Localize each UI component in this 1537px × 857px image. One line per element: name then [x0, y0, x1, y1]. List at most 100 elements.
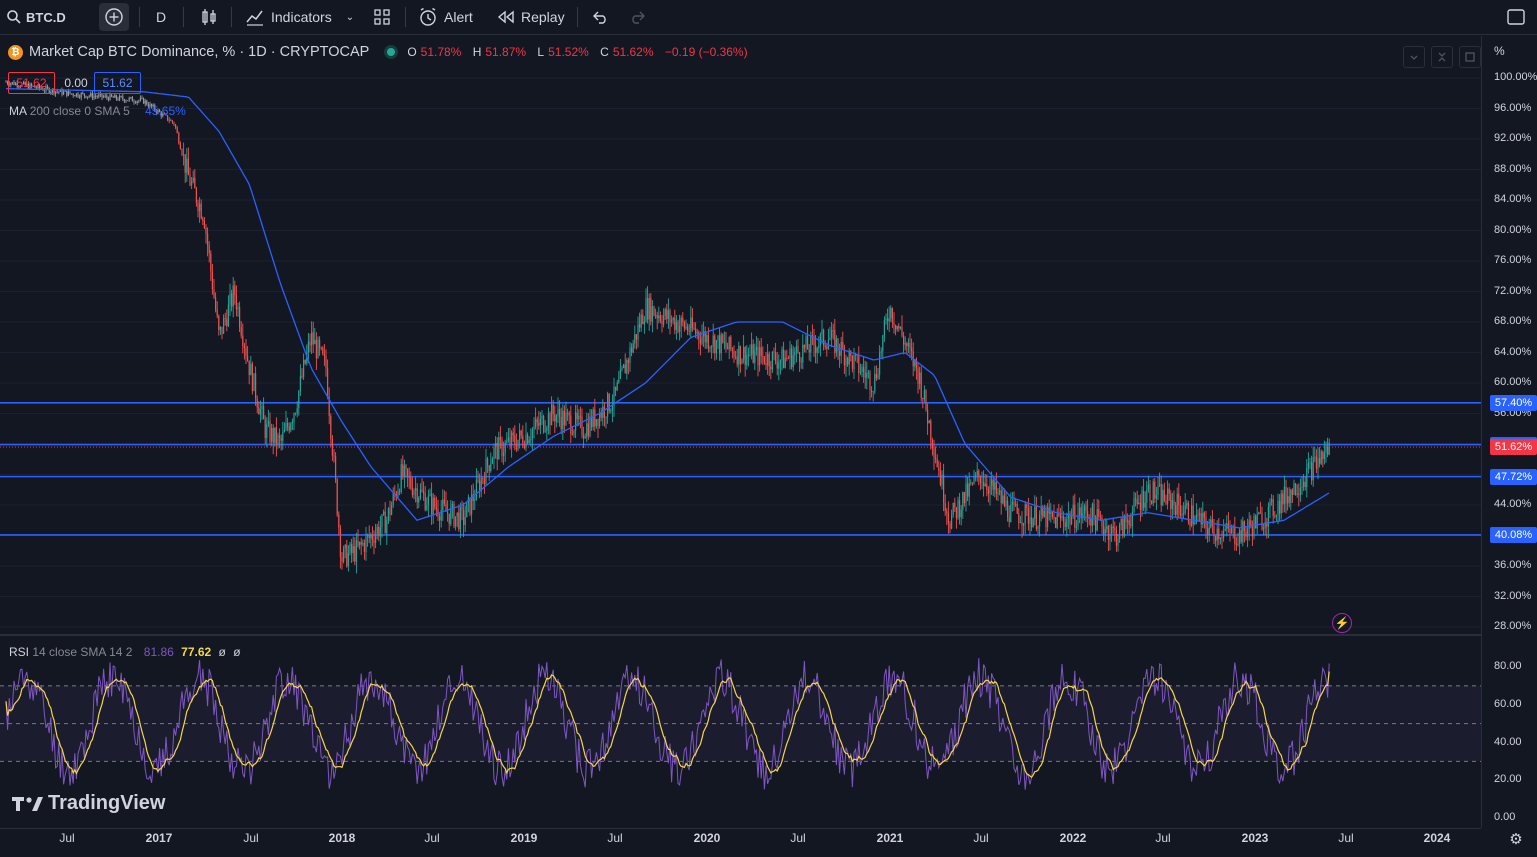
candle-body [715, 340, 717, 354]
candle-body [800, 361, 802, 363]
candle-body [891, 308, 893, 323]
bid-box[interactable]: 51.62 [8, 72, 55, 94]
candle-body [439, 516, 441, 521]
candle-body [1307, 463, 1309, 469]
candle-body [117, 98, 119, 100]
candle-body [808, 349, 810, 353]
candle-body [399, 491, 401, 492]
candle-body [1139, 502, 1141, 510]
candle-body [331, 438, 333, 456]
candle-body [1039, 514, 1041, 527]
candle-body [135, 102, 137, 104]
candle-body [626, 359, 628, 374]
candle-body [1319, 457, 1321, 464]
low-label: L [537, 45, 545, 59]
time-tick: Jul [424, 831, 440, 845]
candle-body [880, 351, 882, 353]
pane-collapse-button[interactable] [1431, 46, 1453, 68]
candle-body [583, 435, 585, 439]
candle-body [1203, 512, 1205, 518]
candle-body [232, 285, 234, 307]
candle-body [903, 335, 905, 345]
candle-body [623, 364, 625, 368]
candle-body [810, 335, 812, 353]
candle-body [275, 427, 277, 445]
ohlc-values: O 51.78% H 51.87% L 51.52% C 51.62% −0.19 (−… [407, 45, 751, 59]
candle-body [859, 371, 861, 373]
candle-body [419, 489, 421, 498]
candle-body [762, 355, 764, 357]
candle-body [640, 314, 642, 328]
chart-canvas[interactable] [0, 0, 1537, 856]
candle-body [651, 306, 653, 322]
low-value: 51.52% [548, 45, 589, 59]
candle-body [1272, 499, 1274, 516]
candle-body [976, 470, 978, 476]
candle-body [971, 482, 973, 484]
candle-body [355, 540, 357, 562]
candle-body [5, 81, 7, 83]
candle-body [839, 351, 841, 356]
candle-body [1299, 487, 1301, 495]
settings-icon[interactable]: ⚙ [1506, 830, 1526, 850]
candle-body [779, 360, 781, 364]
time-axis[interactable]: Jul 2017 Jul 2018 Jul 2019 Jul 2020 Jul 2021 Jul 20… [0, 828, 1481, 857]
candle-body [389, 508, 391, 515]
pane-down-button[interactable] [1403, 46, 1425, 68]
candle-body [826, 347, 828, 349]
candle-body [645, 298, 647, 322]
candle-body [421, 489, 423, 492]
candle-body [925, 390, 927, 410]
candle-body [194, 177, 196, 189]
candle-body [592, 409, 594, 428]
candle-body [898, 325, 900, 329]
candle-body [1181, 513, 1183, 516]
candle-body [304, 360, 306, 364]
price-axis[interactable]: % 100.00% 96.00% 92.00% 88.00% 84.00% 80.00% 7… [1481, 36, 1537, 828]
candle-body [202, 218, 204, 221]
candle-body [643, 321, 645, 325]
candle-body [272, 427, 274, 443]
candle-body [336, 479, 338, 515]
candle-body [1058, 514, 1060, 515]
candle-body [946, 511, 948, 514]
candle-body [101, 93, 103, 98]
candle-body [1293, 483, 1295, 495]
candle-body [1271, 499, 1273, 502]
candle-body [1021, 522, 1023, 526]
ask-box[interactable]: 51.62 [94, 72, 141, 94]
axis-unit: % [1494, 44, 1505, 58]
candle-body [546, 428, 548, 431]
candle-body [411, 487, 413, 496]
ma-params: 200 close 0 SMA 5 [29, 104, 130, 118]
candle-body [263, 405, 265, 420]
candle-body [1032, 518, 1034, 528]
candle-body [483, 479, 485, 485]
candle-body [1007, 500, 1009, 518]
candle-body [867, 372, 869, 374]
candle-body [835, 338, 837, 353]
time-tick: 2020 [693, 831, 721, 845]
candle-body [415, 488, 417, 491]
candle-body [579, 415, 581, 417]
candle-body [901, 326, 903, 336]
series-title[interactable]: Market Cap BTC Dominance, % · 1D · CRYPT… [29, 44, 369, 60]
ma-legend[interactable]: MA 200 close 0 SMA 5 45.65% [9, 104, 186, 118]
candle-body [1144, 502, 1146, 508]
candle-body [1280, 493, 1282, 514]
candle-body [1114, 528, 1116, 530]
candle-body [789, 348, 791, 359]
candle-body [1005, 500, 1007, 507]
candle-body [344, 545, 346, 549]
candle-body [1151, 501, 1153, 504]
candle-body [400, 464, 402, 492]
candle-body [794, 351, 796, 356]
flash-icon[interactable]: ⚡ [1332, 613, 1352, 633]
candle-body [741, 359, 743, 364]
candle-body [986, 483, 988, 490]
candle-body [821, 329, 823, 335]
candle-body [922, 397, 924, 400]
rsi-legend[interactable]: RSI 14 close SMA 14 2 81.86 77.62 ø ø [9, 645, 241, 659]
candle-body [259, 409, 261, 415]
pane-maximize-button[interactable] [1459, 46, 1481, 68]
